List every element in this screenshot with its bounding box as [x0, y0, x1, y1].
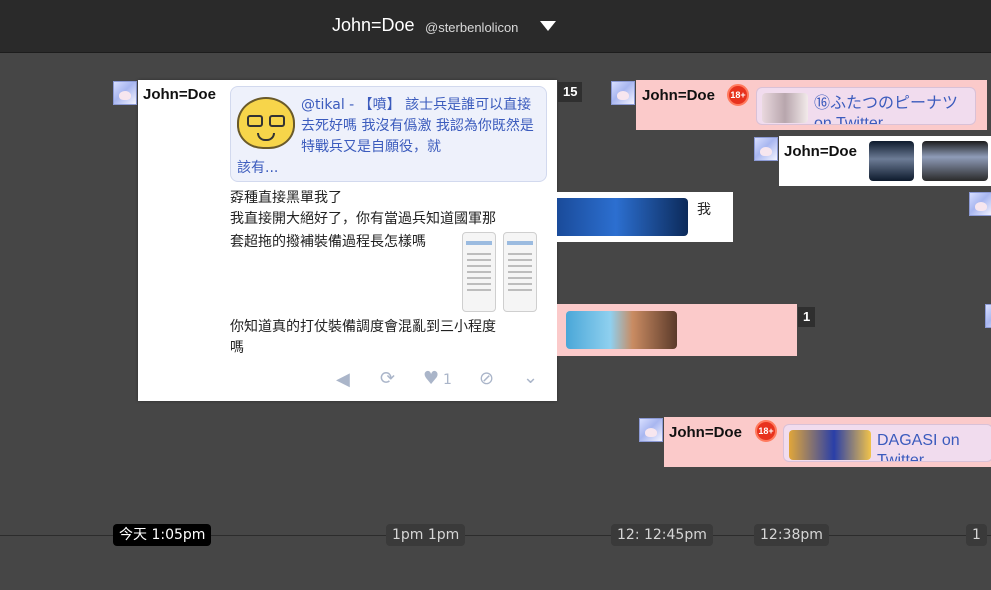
post-card[interactable]: 我	[557, 192, 733, 242]
avatar[interactable]	[113, 81, 137, 105]
avatar[interactable]	[639, 418, 663, 442]
avatar[interactable]	[985, 304, 991, 328]
timeline-tick[interactable]: 12: 12:45pm	[611, 524, 713, 546]
avatar[interactable]	[611, 81, 635, 105]
timeline-tick[interactable]: 12:38pm	[754, 524, 829, 546]
post-card[interactable]	[557, 304, 797, 356]
attached-image[interactable]	[503, 232, 537, 312]
timeline-tick-now[interactable]: 今天 1:05pm	[113, 524, 212, 546]
retweet-icon[interactable]: ⟳	[380, 368, 395, 389]
link-thumbnail	[762, 93, 808, 123]
nerd-face-icon	[237, 97, 295, 149]
post-image[interactable]	[869, 141, 914, 181]
adult-content-badge: 18+	[755, 420, 777, 442]
link-preview[interactable]: DAGASI on Twitter	[783, 424, 991, 462]
post-card[interactable]: John=Doe	[779, 136, 991, 186]
quoted-tweet[interactable]: @tikal - 【噴】 該士兵是誰可以直接去死好嗎 我沒有僞激 我認為你既然是…	[230, 86, 547, 182]
post-image[interactable]	[566, 311, 677, 349]
post-username[interactable]: John=Doe	[642, 87, 715, 104]
post-image[interactable]	[557, 198, 688, 236]
top-bar: John=Doe @sterbenlolicon	[0, 0, 991, 53]
adult-content-badge: 18+	[727, 84, 749, 106]
post-card[interactable]: John=Doe 18+ DAGASI on Twitter	[664, 417, 991, 467]
heart-icon[interactable]: ♥	[423, 368, 439, 389]
account-display-name[interactable]: John=Doe	[332, 15, 415, 36]
avatar[interactable]	[969, 192, 991, 216]
post-body-line: 孬種直接黑單我了	[230, 190, 342, 206]
chevron-down-icon[interactable]: ⌄	[523, 367, 538, 388]
link-title-line2[interactable]: on Twitter	[814, 114, 883, 124]
post-body-line: 你知道真的打仗裝備調度會混亂到三小程度	[230, 319, 496, 335]
post-username[interactable]: John=Doe	[784, 143, 857, 160]
post-username[interactable]: John=Doe	[143, 86, 216, 103]
post-text: 我	[697, 202, 711, 218]
link-title[interactable]: ⑯ふたつのピーナツ	[814, 94, 958, 114]
link-thumbnail	[789, 430, 871, 460]
reply-count-badge: 1	[798, 307, 816, 327]
post-body-line: 嗎	[230, 340, 244, 356]
timeline-tick[interactable]: 1	[966, 524, 987, 546]
reply-count-badge: 15	[558, 82, 583, 102]
quoted-tweet-text-tail[interactable]: 該有...	[237, 158, 278, 179]
avatar[interactable]	[754, 137, 778, 161]
account-handle[interactable]: @sterbenlolicon	[425, 20, 518, 35]
block-icon[interactable]: ⊘	[479, 368, 494, 389]
link-title-line2[interactable]: Twitter	[877, 451, 924, 461]
attached-image[interactable]	[462, 232, 496, 312]
timeline-tick[interactable]: 1pm 1pm	[386, 524, 466, 546]
post-image[interactable]	[922, 141, 988, 181]
quoted-tweet-text[interactable]: @tikal - 【噴】 該士兵是誰可以直接去死好嗎 我沒有僞激 我認為你既然是…	[301, 95, 541, 158]
post-body-line: 套超拖的撥補裝備過程長怎樣嗎	[230, 234, 426, 250]
mute-icon[interactable]: ◀	[336, 369, 350, 390]
like-count: 1	[443, 372, 452, 388]
post-card[interactable]: John=Doe 18+ ⑯ふたつのピーナツ on Twitter	[636, 80, 987, 130]
expanded-post-card[interactable]: John=Doe @tikal - 【噴】 該士兵是誰可以直接去死好嗎 我沒有僞…	[138, 80, 557, 401]
post-body-line: 我直接開大絕好了，你有當過兵知道國軍那	[230, 211, 496, 227]
link-title[interactable]: DAGASI on	[877, 431, 960, 451]
link-preview[interactable]: ⑯ふたつのピーナツ on Twitter	[756, 87, 976, 125]
account-dropdown-icon[interactable]	[540, 21, 556, 31]
post-username[interactable]: John=Doe	[669, 424, 742, 441]
